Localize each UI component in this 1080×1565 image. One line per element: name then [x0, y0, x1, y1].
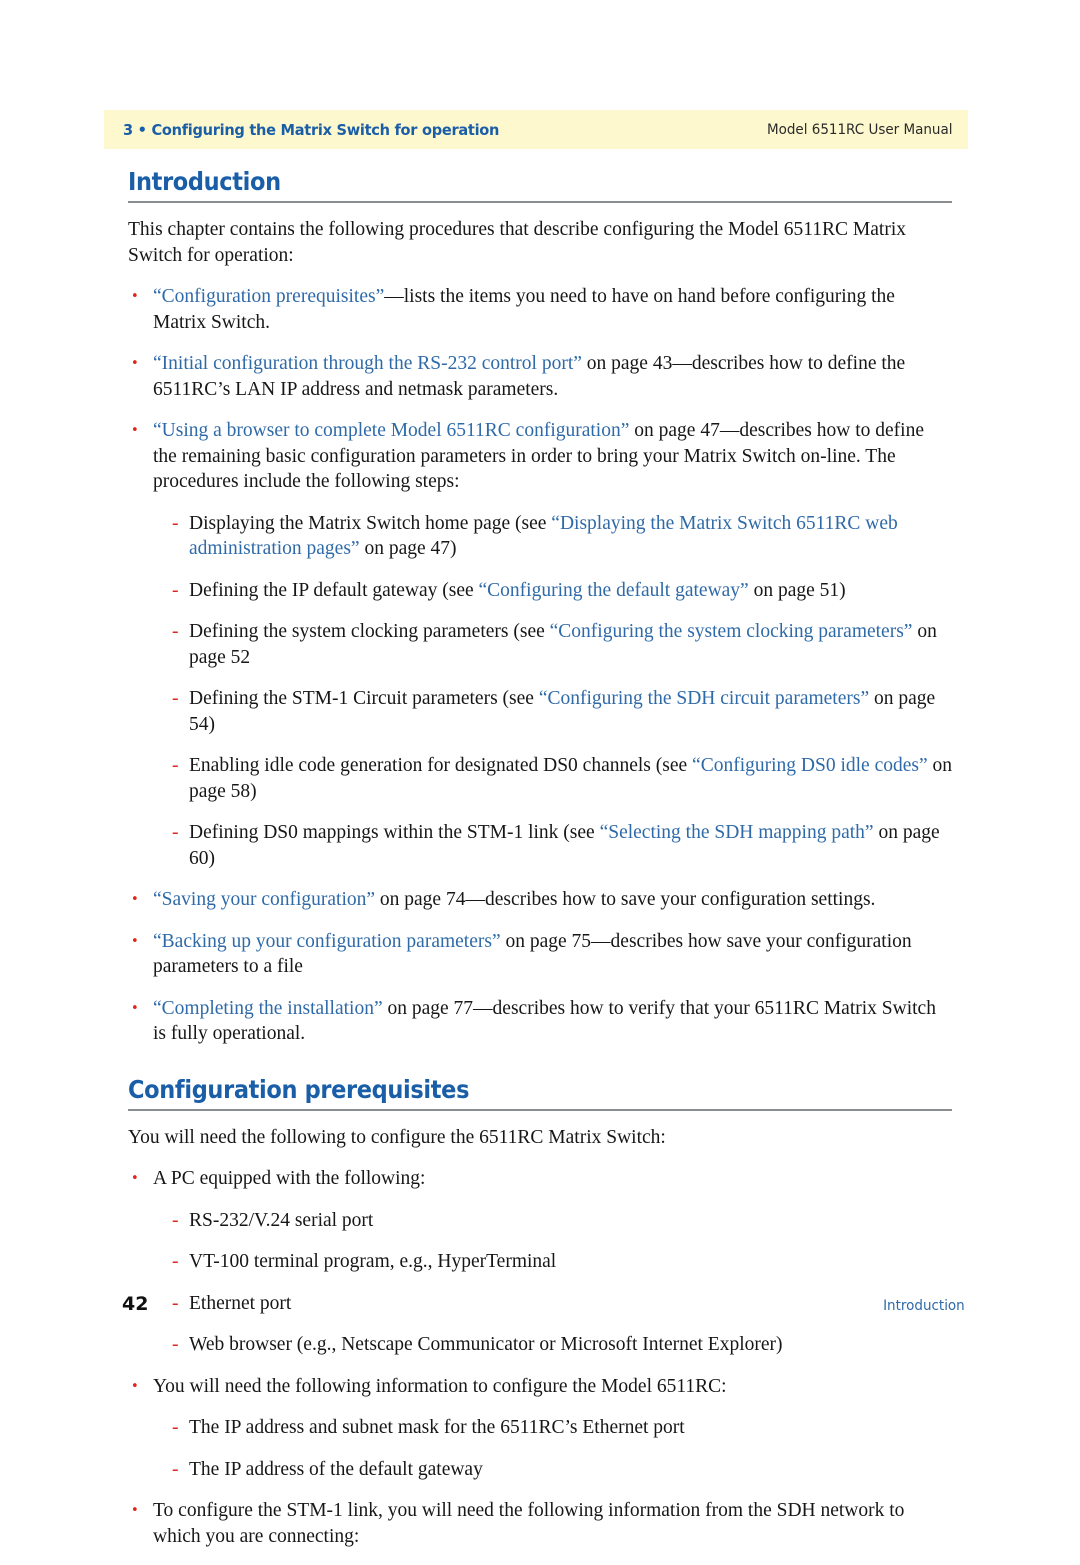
dash-icon: - — [172, 1417, 179, 1438]
bullet-icon: • — [131, 356, 139, 371]
page-title: Introduction — [128, 167, 281, 196]
list-item: • To configure the STM-1 link, you will n… — [131, 1498, 952, 1549]
list-item-text: You will need the following information … — [153, 1375, 727, 1397]
list-item: - Defining DS0 mappings within the STM-1 … — [172, 820, 952, 871]
list-item: - Defining the IP default gateway (see “C… — [172, 578, 952, 604]
list-item: - Displaying the Matrix Switch home page … — [172, 511, 952, 562]
bullet-icon: • — [131, 933, 139, 949]
prerequisites-list: • A PC equipped with the following: — [128, 1166, 952, 1192]
bullet-icon: • — [131, 1503, 139, 1518]
list-item-text: Enabling idle code generation for design… — [189, 755, 693, 776]
list-item: - RS-232/V.24 serial port — [172, 1208, 952, 1234]
list-item-text: A PC equipped with the following: — [153, 1168, 426, 1189]
list-item-text: Web browser (e.g., Netscape Communicator… — [189, 1334, 783, 1355]
dash-icon: - — [172, 621, 179, 642]
bullet-icon: • — [131, 892, 139, 907]
cross-reference-link[interactable]: “Completing the installation” — [153, 998, 383, 1019]
page-content: Introduction This chapter contains the f… — [128, 168, 952, 1565]
bullet-icon: • — [131, 1000, 139, 1016]
running-header: 3 • Configuring the Matrix Switch for op… — [104, 110, 968, 149]
cross-reference-link[interactable]: “Configuring DS0 idle codes” — [692, 755, 928, 776]
footer-section-label: Introduction — [883, 1298, 965, 1314]
cross-reference-link[interactable]: “Using a browser to complete Model 6511R… — [153, 420, 629, 441]
list-item-text: The IP address of the default gateway — [189, 1458, 483, 1480]
pc-requirements-list: - RS-232/V.24 serial port - VT-100 termina… — [128, 1208, 952, 1358]
cross-reference-link[interactable]: “Configuring the system clocking paramet… — [550, 621, 913, 642]
list-item-text: on page 74—describes how to save your co… — [375, 889, 876, 910]
dash-icon: - — [172, 579, 179, 601]
bullet-icon: • — [131, 1378, 139, 1394]
list-item-text: RS-232/V.24 serial port — [189, 1209, 374, 1231]
cross-reference-link[interactable]: “Saving your configuration” — [153, 889, 375, 910]
information-list: • You will need the following information… — [128, 1374, 952, 1400]
introduction-substep-list: - Displaying the Matrix Switch home page … — [128, 511, 952, 872]
list-item: - Enabling idle code generation for desig… — [172, 753, 952, 804]
list-item-text: The IP address and subnet mask for the 6… — [189, 1417, 685, 1438]
list-item-text: To configure the STM-1 link, you will ne… — [153, 1500, 905, 1547]
list-item: • You will need the following information… — [131, 1374, 952, 1400]
list-item: • “Initial configuration through the RS-2… — [131, 351, 952, 402]
intro-paragraph: This chapter contains the following proc… — [128, 219, 907, 266]
list-item-text: Defining the STM-1 Circuit parameters (s… — [189, 688, 539, 709]
dash-icon: - — [172, 1251, 179, 1272]
dash-icon: - — [172, 1209, 179, 1231]
list-item: • A PC equipped with the following: — [131, 1166, 952, 1192]
list-item-text: VT-100 terminal program, e.g., HyperTerm… — [189, 1251, 557, 1272]
dash-icon: - — [172, 1458, 179, 1480]
header-manual-title: Model 6511RC User Manual — [766, 121, 952, 138]
section-introduction: Introduction — [128, 168, 952, 203]
list-item: - The IP address of the default gateway — [172, 1457, 952, 1483]
dash-icon: - — [172, 755, 179, 776]
dash-icon: - — [172, 1334, 179, 1355]
cross-reference-link[interactable]: “Configuring the SDH circuit parameters” — [539, 688, 869, 709]
section-configuration-prerequisites: Configuration prerequisites — [128, 1074, 952, 1111]
page-footer: 42 Introduction — [122, 1293, 968, 1315]
list-item: - VT-100 terminal program, e.g., HyperTer… — [172, 1249, 952, 1275]
list-item-text: Defining DS0 mappings within the STM-1 l… — [189, 822, 600, 843]
bullet-icon: • — [131, 423, 139, 438]
list-item: • “Completing the installation” on page 7… — [131, 996, 952, 1047]
list-item: - Web browser (e.g., Netscape Communicato… — [172, 1332, 952, 1358]
cross-reference-link[interactable]: “Initial configuration through the RS-23… — [153, 353, 582, 374]
cross-reference-link[interactable]: “Backing up your configuration parameter… — [153, 931, 501, 952]
list-item: • “Configuration prerequisites”—lists the… — [131, 284, 952, 335]
introduction-bullet-list-continued: • “Saving your configuration” on page 74—… — [128, 887, 952, 1047]
dash-icon: - — [172, 688, 179, 709]
list-item: - Defining the STM-1 Circuit parameters (… — [172, 686, 952, 737]
list-item-text: Defining the IP default gateway (see — [189, 579, 479, 601]
list-item-text: Defining the system clocking parameters … — [189, 621, 550, 642]
list-item: • “Saving your configuration” on page 74—… — [131, 887, 952, 913]
list-item-text-tail: on page 51) — [748, 579, 846, 601]
ip-requirements-list: - The IP address and subnet mask for the … — [128, 1415, 952, 1482]
list-item: • “Backing up your configuration paramete… — [131, 929, 952, 980]
list-item-text: Displaying the Matrix Switch home page (… — [189, 512, 552, 534]
page-number: 42 — [122, 1293, 149, 1315]
list-item: - The IP address and subnet mask for the … — [172, 1415, 952, 1441]
list-item: • “Using a browser to complete Model 6511… — [131, 418, 952, 495]
list-item: - Defining the system clocking parameters… — [172, 619, 952, 670]
cross-reference-link[interactable]: “Configuring the default gateway” — [479, 580, 749, 601]
cross-reference-link[interactable]: “Selecting the SDH mapping path” — [600, 822, 874, 843]
stm1-link-list: • To configure the STM-1 link, you will n… — [128, 1498, 952, 1549]
cross-reference-link[interactable]: “Configuration prerequisites” — [153, 286, 384, 307]
dash-icon: - — [172, 822, 179, 843]
section-title: Configuration prerequisites — [128, 1074, 470, 1104]
prerequisites-paragraph: You will need the following to configure… — [128, 1126, 666, 1148]
dash-icon: - — [172, 512, 179, 534]
heading-divider — [128, 1108, 952, 1111]
introduction-bullet-list: • “Configuration prerequisites”—lists the… — [128, 284, 952, 495]
bullet-icon: • — [131, 1171, 139, 1186]
heading-divider — [128, 201, 952, 203]
header-chapter-title: 3 • Configuring the Matrix Switch for op… — [123, 120, 500, 139]
document-page: 3 • Configuring the Matrix Switch for op… — [0, 0, 1080, 1547]
list-item-text-tail: on page 47) — [359, 538, 457, 559]
bullet-icon: • — [131, 289, 139, 304]
